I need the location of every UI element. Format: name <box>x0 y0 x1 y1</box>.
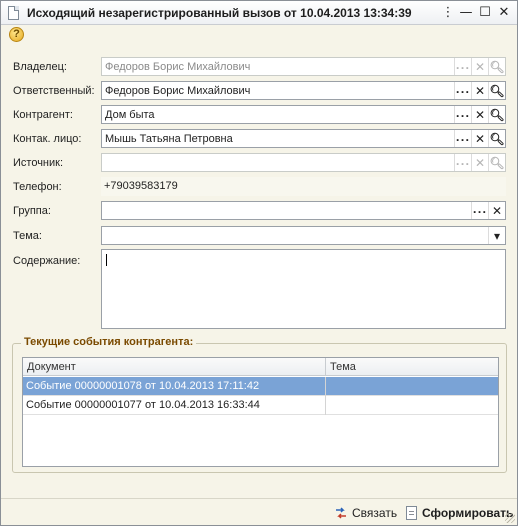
table-row[interactable]: Событие 00000001077 от 10.04.2013 16:33:… <box>23 396 498 415</box>
menu-icon[interactable]: ⋮ <box>439 4 457 22</box>
document-icon <box>8 6 19 20</box>
group-field[interactable]: ... ✕ <box>101 201 506 220</box>
title-bar: Исходящий незарегистрированный вызов от … <box>1 1 517 25</box>
phone-value: +79039583179 <box>101 177 506 196</box>
source-field: ... ✕ 🔍︎ <box>101 153 506 172</box>
owner-label: Владелец: <box>13 61 67 73</box>
close-button[interactable]: ✕ <box>495 4 513 22</box>
footer-bar: Связать Сформировать <box>1 498 517 525</box>
resize-grip[interactable] <box>505 513 515 523</box>
link-icon <box>334 506 348 520</box>
responsible-field[interactable]: Федоров Борис Михайлович ... ✕ 🔍︎ <box>101 81 506 100</box>
link-button-label: Связать <box>352 506 398 520</box>
generate-button[interactable]: Сформировать <box>406 504 513 522</box>
counterparty-field[interactable]: Дом быта ... ✕ 🔍︎ <box>101 105 506 124</box>
column-header-document[interactable]: Документ <box>23 358 76 376</box>
topic-combobox[interactable]: ▾ <box>101 226 506 245</box>
owner-value: Федоров Борис Михайлович <box>105 60 251 73</box>
contact-field[interactable]: Мышь Татьяна Петровна ... ✕ 🔍︎ <box>101 129 506 148</box>
content-label: Содержание: <box>13 255 81 267</box>
source-label: Источник: <box>13 157 64 169</box>
link-button[interactable]: Связать <box>334 504 397 522</box>
form-window: Исходящий незарегистрированный вызов от … <box>0 0 518 526</box>
window-title: Исходящий незарегистрированный вызов от … <box>27 6 412 20</box>
group-select-icon[interactable]: ... <box>471 202 488 219</box>
counterparty-clear-icon[interactable]: ✕ <box>471 106 488 123</box>
responsible-label: Ответственный: <box>13 85 95 97</box>
source-search-icon: 🔍︎ <box>488 154 505 171</box>
responsible-value[interactable]: Федоров Борис Михайлович <box>102 85 454 97</box>
contact-search-icon[interactable]: 🔍︎ <box>488 130 505 147</box>
events-group-title: Текущие события контрагента: <box>21 336 197 348</box>
table-row[interactable]: Событие 00000001078 от 10.04.2013 17:11:… <box>23 377 498 396</box>
minimize-button[interactable]: — <box>457 4 475 22</box>
phone-label: Телефон: <box>13 181 62 193</box>
group-clear-icon[interactable]: ✕ <box>488 202 505 219</box>
counterparty-search-icon[interactable]: 🔍︎ <box>488 106 505 123</box>
contact-clear-icon[interactable]: ✕ <box>471 130 488 147</box>
group-label: Группа: <box>13 205 51 217</box>
owner-field: Федоров Борис Михайлович ... ✕ 🔍︎ <box>101 57 506 76</box>
generate-button-label: Сформировать <box>422 506 514 520</box>
row-document-cell[interactable]: Событие 00000001077 от 10.04.2013 16:33:… <box>23 396 260 414</box>
row-topic-cell[interactable] <box>326 377 329 395</box>
contact-value[interactable]: Мышь Татьяна Петровна <box>102 133 454 145</box>
contact-select-icon[interactable]: ... <box>454 130 471 147</box>
counterparty-value[interactable]: Дом быта <box>102 109 454 121</box>
owner-search-icon: 🔍︎ <box>488 58 505 75</box>
help-icon[interactable]: ? <box>9 27 24 42</box>
maximize-button[interactable]: ☐ <box>476 4 494 22</box>
owner-clear-icon: ✕ <box>471 58 488 75</box>
chevron-down-icon[interactable]: ▾ <box>488 227 505 244</box>
row-document-cell[interactable]: Событие 00000001078 от 10.04.2013 17:11:… <box>23 377 259 395</box>
responsible-clear-icon[interactable]: ✕ <box>471 82 488 99</box>
document-icon <box>406 506 417 520</box>
events-table-header: Документ Тема <box>23 358 498 376</box>
counterparty-label: Контрагент: <box>13 109 73 121</box>
responsible-select-icon[interactable]: ... <box>454 82 471 99</box>
content-textarea[interactable] <box>101 249 506 329</box>
topic-label: Тема: <box>13 230 42 242</box>
text-caret <box>106 254 107 266</box>
events-table[interactable]: Документ Тема Событие 00000001078 от 10.… <box>22 357 499 467</box>
column-header-topic[interactable]: Тема <box>326 358 356 376</box>
toolbar: ? <box>1 25 517 45</box>
source-clear-icon: ✕ <box>471 154 488 171</box>
source-select-icon: ... <box>454 154 471 171</box>
row-topic-cell[interactable] <box>326 396 329 414</box>
counterparty-select-icon[interactable]: ... <box>454 106 471 123</box>
contact-label: Контак. лицо: <box>13 133 82 145</box>
owner-select-icon: ... <box>454 58 471 75</box>
responsible-search-icon[interactable]: 🔍︎ <box>488 82 505 99</box>
events-group: Текущие события контрагента: Документ Те… <box>12 336 507 473</box>
